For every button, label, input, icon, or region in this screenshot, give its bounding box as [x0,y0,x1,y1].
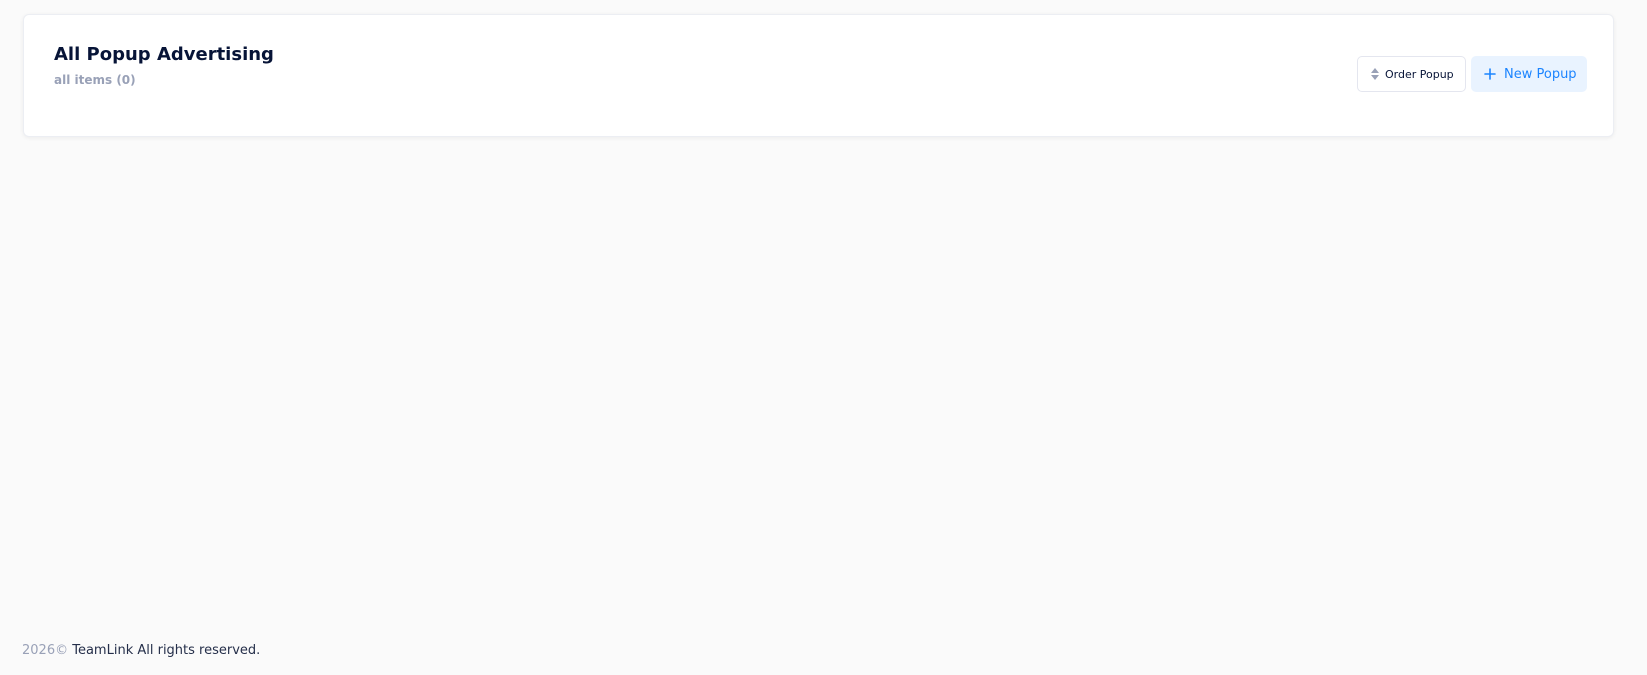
page-title: All Popup Advertising [54,44,274,65]
order-popup-label: Order Popup [1385,67,1454,81]
new-popup-label: New Popup [1504,66,1577,82]
footer: 2026© TeamLink All rights reserved. [22,643,260,658]
item-count-label: all items (0) [54,73,136,87]
footer-year: 2026© [22,643,69,658]
plus-icon [1484,68,1496,80]
footer-copyright: TeamLink All rights reserved. [72,643,261,658]
sort-icon [1371,68,1379,80]
order-popup-button[interactable]: Order Popup [1357,56,1466,92]
new-popup-button[interactable]: New Popup [1471,56,1587,92]
popup-list-card: All Popup Advertising all items (0) Orde… [23,14,1614,137]
